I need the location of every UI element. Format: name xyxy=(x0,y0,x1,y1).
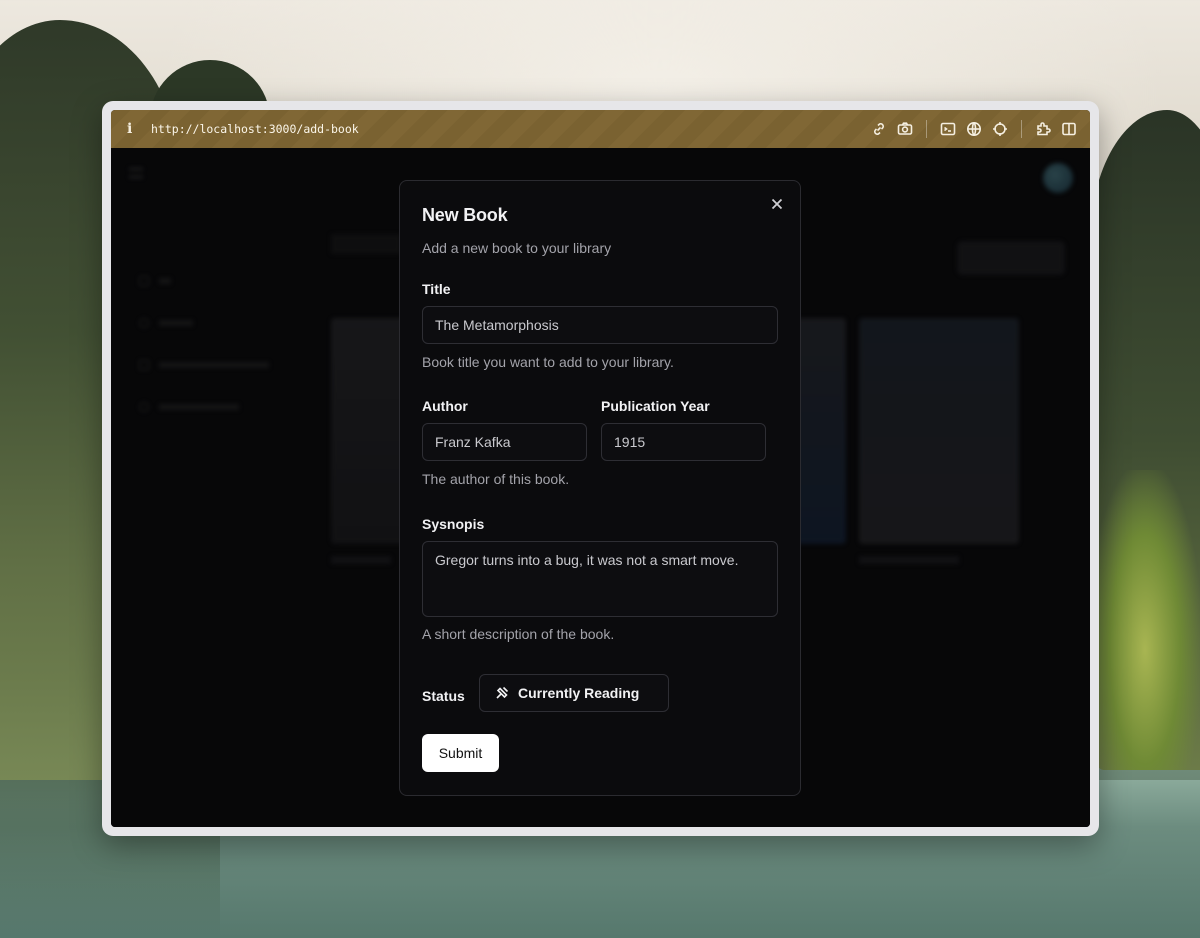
title-help: Book title you want to add to your libra… xyxy=(422,354,674,370)
toolbar-divider xyxy=(1021,120,1022,138)
browser-frame: i http://localhost:3000/add-book New Boo… xyxy=(111,110,1090,827)
status-value: Currently Reading xyxy=(518,685,640,701)
dialog-title: New Book xyxy=(422,205,508,225)
app-background: New Book Add a new book to your library … xyxy=(111,148,1090,827)
sidebar-icon[interactable] xyxy=(1060,120,1078,138)
browser-window: i http://localhost:3000/add-book New Boo… xyxy=(102,101,1099,836)
browser-toolbar: i http://localhost:3000/add-book xyxy=(111,110,1090,148)
submit-button[interactable]: Submit xyxy=(422,734,499,772)
link-icon[interactable] xyxy=(870,120,888,138)
terminal-icon[interactable] xyxy=(939,120,957,138)
toolbar-actions xyxy=(870,120,1078,138)
globe-icon[interactable] xyxy=(965,120,983,138)
camera-icon[interactable] xyxy=(896,120,914,138)
toolbar-divider xyxy=(926,120,927,138)
status-label: Status xyxy=(422,688,465,704)
close-icon[interactable] xyxy=(768,195,786,213)
book-open-icon xyxy=(494,685,510,701)
author-help: The author of this book. xyxy=(422,471,570,487)
dialog-description: Add a new book to your library xyxy=(422,240,612,256)
author-input[interactable]: Franz Kafka xyxy=(422,423,587,461)
status-select[interactable]: Currently Reading xyxy=(479,674,669,712)
new-book-dialog: New Book Add a new book to your library … xyxy=(399,180,801,796)
address-bar[interactable]: http://localhost:3000/add-book xyxy=(151,122,359,136)
publication-year-input[interactable]: 1915 xyxy=(601,423,766,461)
crosshair-icon[interactable] xyxy=(991,120,1009,138)
synopsis-textarea[interactable]: Gregor turns into a bug, it was not a sm… xyxy=(422,541,778,617)
synopsis-help: A short description of the book. xyxy=(422,626,615,642)
background-tree xyxy=(1090,470,1200,770)
info-icon[interactable]: i xyxy=(127,121,139,137)
title-input[interactable]: The Metamorphosis xyxy=(422,306,778,344)
extension-icon[interactable] xyxy=(1034,120,1052,138)
title-label: Title xyxy=(422,281,451,297)
synopsis-label: Sysnopis xyxy=(422,516,485,532)
publication-year-label: Publication Year xyxy=(601,398,710,414)
author-label: Author xyxy=(422,398,468,414)
